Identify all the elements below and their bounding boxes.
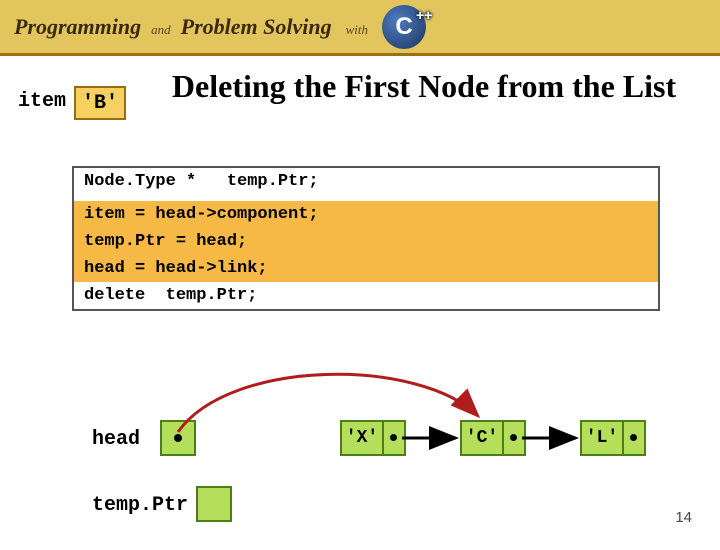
header-word1: Programming [14,14,141,40]
slide-title: Deleting the First Node from the List [146,68,702,105]
page-number: 14 [675,509,692,526]
node-link-2 [504,420,526,456]
arrow-head-to-c [178,374,478,432]
code-line-3: temp.Ptr = head; [74,228,658,255]
header-with: with [346,22,368,38]
cpp-logo: C ++ [382,5,440,49]
list-node-1: 'X' [340,420,408,456]
list-node-3: 'L' [580,420,648,456]
code-line-5: delete temp.Ptr; [74,282,658,309]
list-node-2: 'C' [460,420,528,456]
node-value-2: 'C' [460,420,504,456]
title-row: item 'B' Deleting the First Node from th… [18,68,702,120]
item-label: item [18,90,66,113]
code-line-1: Node.Type * temp.Ptr; [74,168,658,195]
node-link-1 [384,420,406,456]
item-value-box: 'B' [74,86,126,120]
tempptr-box [196,486,232,522]
code-block: Node.Type * temp.Ptr; item = head->compo… [72,166,660,311]
cpp-logo-plus: ++ [416,7,432,23]
linked-list-diagram: head temp.Ptr 'X' 'C' 'L' [0,350,720,530]
header-and: and [151,22,171,38]
code-line-4: head = head->link; [74,255,658,282]
head-label: head [92,428,140,451]
slide-header: Programming and Problem Solving with C +… [0,0,720,56]
code-line-2: item = head->component; [74,201,658,228]
node-value-3: 'L' [580,420,624,456]
tempptr-label: temp.Ptr [92,494,188,517]
head-pointer-dot [174,434,182,442]
node-value-1: 'X' [340,420,384,456]
header-word2: Problem Solving [181,14,332,40]
node-link-3 [624,420,646,456]
header-text: Programming and Problem Solving with C +… [14,5,440,49]
